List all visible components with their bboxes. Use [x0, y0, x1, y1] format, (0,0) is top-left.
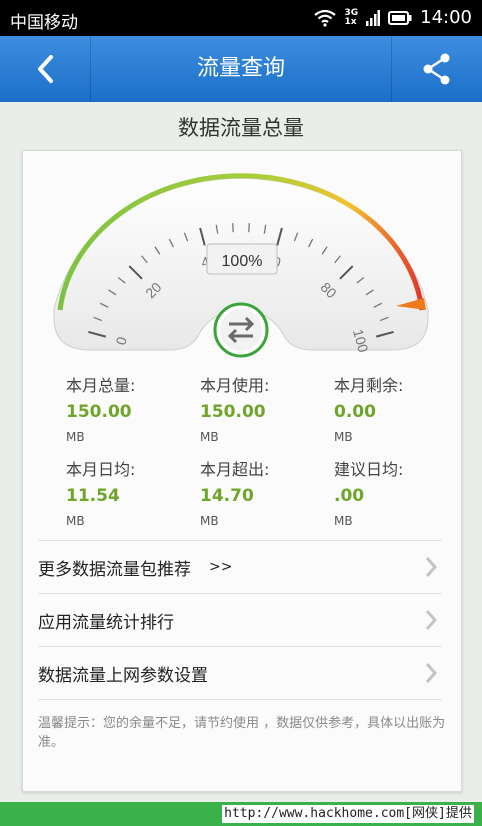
- battery-icon: [388, 10, 412, 25]
- stat-label: 本月超出:: [200, 460, 270, 479]
- stat-unit: MB: [200, 430, 219, 444]
- stat-value: 14.70: [200, 486, 254, 506]
- chevron-right-icon: [425, 610, 438, 630]
- status-bar: 中国移动 3G 1x 14:00: [0, 0, 482, 36]
- stat-value: 11.54: [66, 486, 120, 506]
- app-bar: 流量查询: [0, 36, 482, 102]
- stat-unit: MB: [334, 430, 353, 444]
- chevron-right-icon: [425, 663, 438, 683]
- stat-value: 150.00: [200, 402, 266, 422]
- stat-suggested-daily: 建议日均: .00 MB: [334, 456, 474, 528]
- menu-item-label: 更多数据流量包推荐: [38, 559, 191, 580]
- stat-label: 建议日均:: [334, 460, 404, 479]
- status-icons: 3G 1x 14:00: [314, 7, 472, 28]
- watermark-text: http://www.hackhome.com[网侠]提供: [222, 805, 474, 823]
- stat-total: 本月总量: 150.00 MB: [66, 372, 206, 444]
- stat-label: 本月日均:: [66, 460, 136, 479]
- stat-value: 150.00: [66, 402, 132, 422]
- divider: [38, 699, 442, 700]
- network-type-1x: 1x: [344, 16, 357, 27]
- stat-unit: MB: [66, 430, 85, 444]
- tip-text: 温馨提示：您的余量不足，请节约使用 ，数据仅供参考，具体以出账为准。: [38, 716, 446, 750]
- stat-exceeded: 本月超出: 14.70 MB: [200, 456, 340, 528]
- menu-item-more-packages[interactable]: 更多数据流量包推荐 >>: [38, 540, 442, 593]
- watermark-bar: http://www.hackhome.com[网侠]提供: [0, 802, 482, 826]
- wifi-icon: [314, 9, 337, 27]
- chevron-right-icon: [425, 557, 438, 577]
- signal-icon: [366, 9, 381, 26]
- menu-item-suffix: >>: [209, 559, 233, 575]
- share-icon: [423, 53, 450, 85]
- stat-label: 本月总量:: [66, 376, 136, 395]
- stat-daily-avg: 本月日均: 11.54 MB: [66, 456, 206, 528]
- menu-item-apn-settings[interactable]: 数据流量上网参数设置: [38, 646, 442, 699]
- chevron-left-icon: [38, 55, 53, 83]
- stat-used: 本月使用: 150.00 MB: [200, 372, 340, 444]
- stat-unit: MB: [334, 514, 353, 528]
- stat-remaining: 本月剩余: 0.00 MB: [334, 372, 474, 444]
- stat-label: 本月使用:: [200, 376, 270, 395]
- page-title: 数据流量总量: [178, 116, 304, 140]
- stat-value: .00: [334, 486, 365, 506]
- stat-unit: MB: [66, 514, 85, 528]
- swap-button[interactable]: [213, 302, 269, 358]
- percent-label: 100%: [222, 253, 263, 270]
- usage-gauge: 020406080100 100%: [53, 173, 429, 358]
- app-bar-title: 流量查询: [196, 56, 285, 81]
- mobile-network-indicator: 3G 1x: [344, 8, 358, 27]
- share-button[interactable]: [391, 36, 482, 102]
- menu-item-app-ranking[interactable]: 应用流量统计排行: [38, 593, 442, 646]
- clock: 14:00: [420, 7, 472, 28]
- carrier-name: 中国移动: [10, 13, 78, 33]
- back-button[interactable]: [0, 36, 91, 102]
- menu-item-label: 应用流量统计排行: [38, 612, 174, 633]
- menu-item-label: 数据流量上网参数设置: [38, 665, 208, 686]
- stat-label: 本月剩余:: [334, 376, 404, 395]
- stat-unit: MB: [200, 514, 219, 528]
- stat-value: 0.00: [334, 402, 376, 422]
